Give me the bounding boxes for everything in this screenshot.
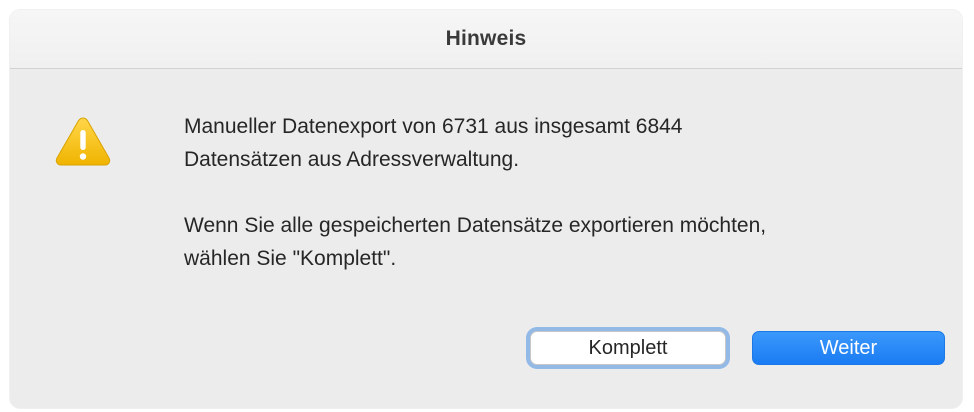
dialog-title: Hinweis [445, 27, 527, 50]
message-paragraph-1: Manueller Datenexport von 6731 aus insge… [184, 115, 683, 171]
message-paragraph-2: Wenn Sie alle gespeicherten Datensätze e… [184, 214, 767, 270]
weiter-button[interactable]: Weiter [752, 331, 945, 365]
title-bar: Hinweis [10, 10, 962, 69]
dialog-window: Hinweis Manueller Datenexport von 6731 a… [10, 10, 962, 408]
warning-icon [55, 117, 111, 166]
dialog-message: Manueller Datenexport von 6731 aus insge… [184, 110, 954, 275]
komplett-button[interactable]: Komplett [530, 331, 726, 365]
